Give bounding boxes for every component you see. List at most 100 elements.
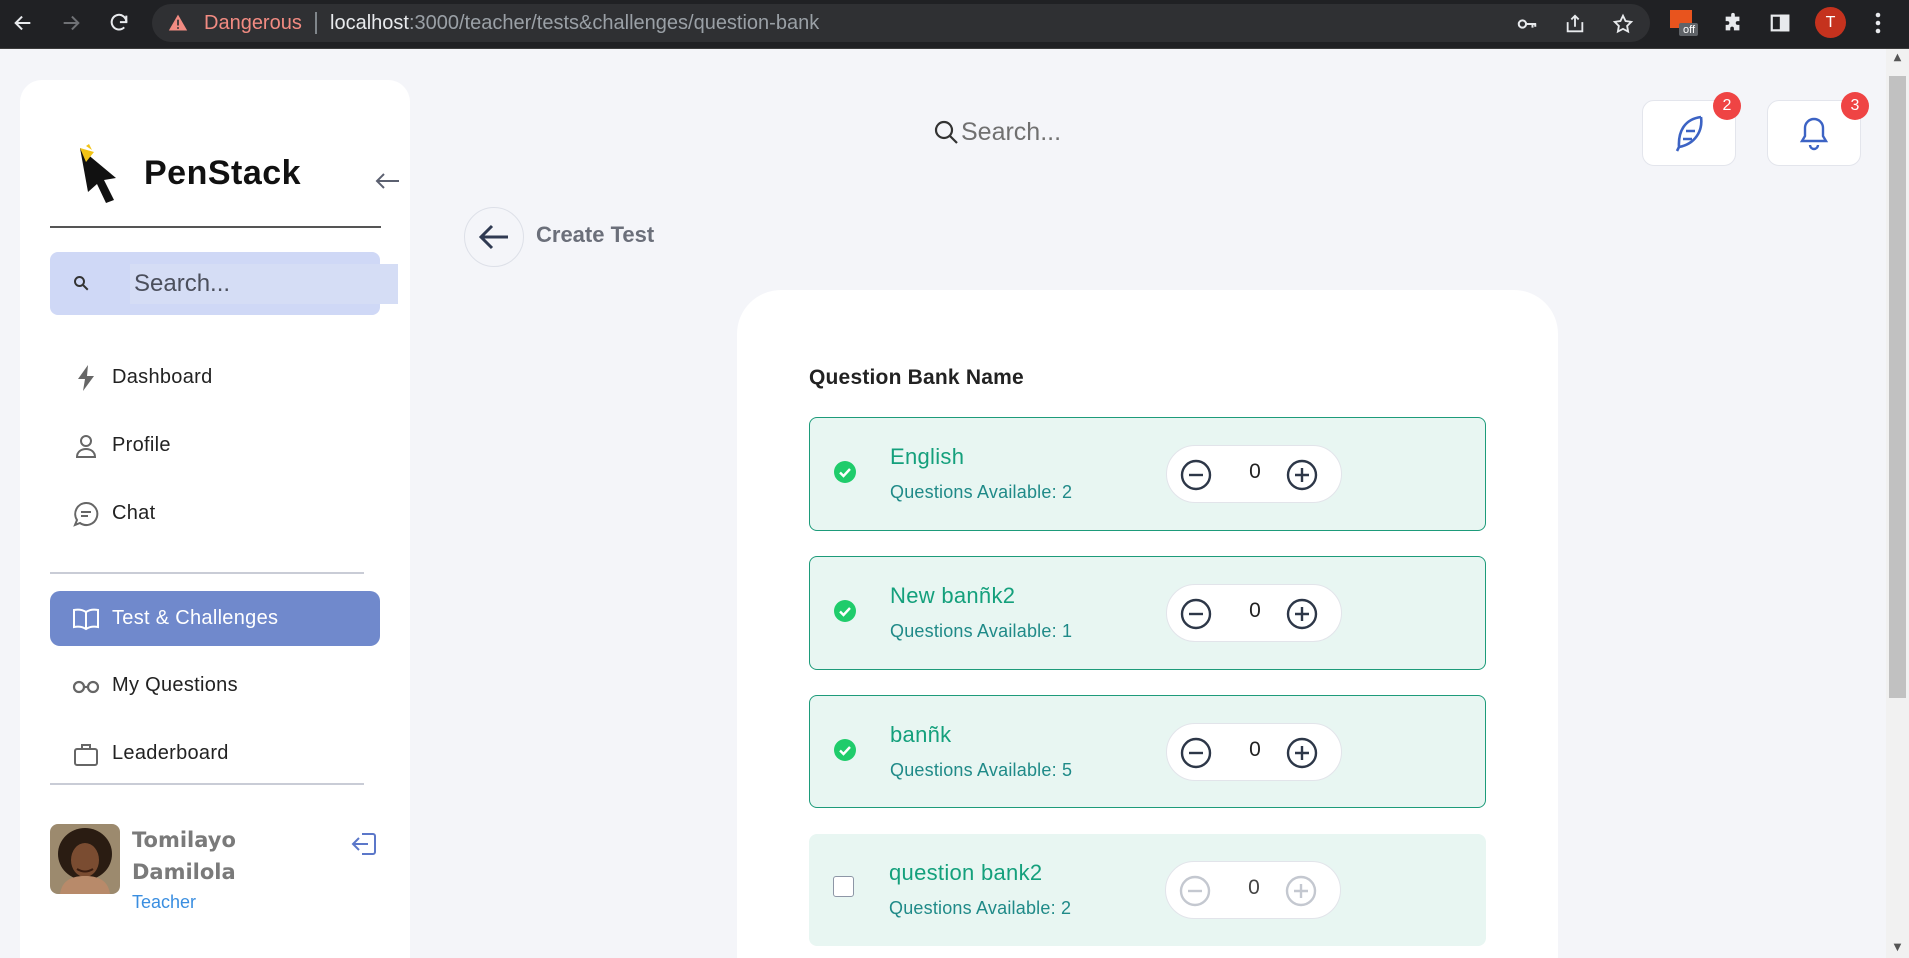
check-circle-icon[interactable] bbox=[834, 600, 856, 622]
question-bank-name: English bbox=[890, 444, 965, 469]
search-icon bbox=[74, 276, 89, 291]
plus-circle-icon[interactable] bbox=[1285, 458, 1319, 492]
section-label: Question Bank Name bbox=[809, 366, 1024, 389]
user-card: Tomilayo Damilola Teacher bbox=[50, 824, 390, 914]
question-bank-name: question bank2 bbox=[889, 860, 1043, 885]
scroll-up-arrow-icon[interactable]: ▲ bbox=[1890, 52, 1905, 63]
plus-circle-icon[interactable] bbox=[1285, 736, 1319, 770]
browser-toolbar: Dangerous localhost:3000/teacher/tests&c… bbox=[0, 0, 1909, 49]
user-role: Teacher bbox=[132, 892, 197, 912]
question-bank-name: New banñk2 bbox=[890, 583, 1016, 608]
back-arrow-icon[interactable] bbox=[8, 8, 38, 38]
top-search-input[interactable] bbox=[961, 117, 1201, 147]
user-divider bbox=[50, 783, 364, 785]
quantity-value: 0 bbox=[1248, 876, 1260, 899]
logo-text: PenStack bbox=[144, 153, 302, 192]
chat-icon bbox=[72, 500, 100, 528]
logo-divider bbox=[50, 226, 381, 228]
sidebar: PenStack Dashboard Profile Chat Test & C… bbox=[20, 80, 410, 958]
check-circle-icon[interactable] bbox=[834, 739, 856, 761]
sidebar-item-test-challenges[interactable]: Test & Challenges bbox=[50, 591, 380, 646]
feather-icon bbox=[1675, 115, 1703, 152]
back-button[interactable] bbox=[464, 207, 524, 267]
feather-badge: 2 bbox=[1713, 92, 1741, 120]
sidebar-item-my-questions[interactable]: My Questions bbox=[50, 658, 380, 713]
question-bank-row[interactable]: New banñk2 Questions Available: 1 0 bbox=[809, 556, 1486, 670]
sidebar-item-profile[interactable]: Profile bbox=[50, 418, 380, 473]
side-panel-icon[interactable] bbox=[1764, 7, 1796, 39]
sidebar-search[interactable] bbox=[50, 252, 398, 315]
question-bank-row[interactable]: banñk Questions Available: 5 0 bbox=[809, 695, 1486, 808]
question-bank-card: Question Bank Name English Questions Ava… bbox=[737, 290, 1558, 958]
url-path: :3000/teacher/tests&challenges/question-… bbox=[408, 12, 820, 34]
security-label[interactable]: Dangerous bbox=[204, 12, 302, 35]
user-name: Tomilayo Damilola bbox=[132, 828, 236, 884]
check-circle-icon[interactable] bbox=[834, 461, 856, 483]
bell-badge: 3 bbox=[1841, 92, 1869, 120]
sidebar-item-label: Dashboard bbox=[112, 366, 213, 388]
url-text[interactable]: localhost:3000/teacher/tests&challenges/… bbox=[330, 12, 819, 35]
quantity-stepper: 0 bbox=[1166, 584, 1342, 642]
quantity-stepper: 0 bbox=[1166, 445, 1342, 503]
page-title: Create Test bbox=[536, 222, 655, 247]
checkbox[interactable] bbox=[833, 876, 854, 897]
minus-circle-icon[interactable] bbox=[1179, 597, 1213, 631]
plus-circle-icon[interactable] bbox=[1285, 597, 1319, 631]
briefcase-icon bbox=[72, 740, 100, 768]
extension-badge: off bbox=[1683, 24, 1696, 36]
bookmark-star-icon[interactable] bbox=[1611, 12, 1635, 36]
share-icon[interactable] bbox=[1563, 12, 1587, 36]
questions-available: Questions Available: 5 bbox=[890, 760, 1073, 780]
sidebar-item-label: Chat bbox=[112, 502, 156, 524]
glasses-icon bbox=[72, 672, 100, 700]
logo[interactable]: PenStack bbox=[76, 142, 301, 204]
plus-circle-icon bbox=[1285, 875, 1317, 907]
questions-available: Questions Available: 2 bbox=[889, 898, 1072, 918]
quantity-value[interactable]: 0 bbox=[1237, 460, 1273, 484]
profile-avatar[interactable]: T bbox=[1815, 7, 1846, 38]
quantity-value[interactable]: 0 bbox=[1237, 599, 1273, 623]
address-bar[interactable]: Dangerous localhost:3000/teacher/tests&c… bbox=[152, 4, 1650, 42]
question-bank-row[interactable]: English Questions Available: 2 0 bbox=[809, 417, 1486, 531]
forward-arrow-icon[interactable] bbox=[56, 8, 86, 38]
quantity-stepper: 0 bbox=[1166, 723, 1342, 781]
top-search[interactable] bbox=[933, 112, 1201, 152]
sidebar-item-label: Test & Challenges bbox=[112, 607, 279, 629]
collapse-sidebar-arrow-icon[interactable] bbox=[372, 166, 402, 196]
more-vert-icon[interactable] bbox=[1862, 7, 1894, 39]
sidebar-item-label: Profile bbox=[112, 434, 171, 456]
sidebar-item-label: My Questions bbox=[112, 674, 238, 696]
scroll-down-arrow-icon[interactable]: ▼ bbox=[1890, 942, 1905, 953]
minus-circle-icon[interactable] bbox=[1179, 736, 1213, 770]
search-icon bbox=[934, 120, 958, 144]
sidebar-item-label: Leaderboard bbox=[112, 742, 229, 764]
bolt-icon bbox=[72, 364, 100, 392]
sidebar-search-input[interactable] bbox=[130, 264, 398, 304]
sidebar-item-chat[interactable]: Chat bbox=[50, 486, 380, 541]
book-icon bbox=[72, 605, 100, 633]
logout-icon[interactable] bbox=[350, 830, 380, 860]
sidebar-item-dashboard[interactable]: Dashboard bbox=[50, 350, 380, 405]
nav-divider bbox=[50, 572, 364, 574]
avatar[interactable] bbox=[50, 824, 120, 894]
url-host: localhost bbox=[330, 12, 409, 34]
extension-off-icon[interactable]: off bbox=[1668, 7, 1700, 39]
quantity-stepper: 0 bbox=[1165, 861, 1341, 919]
penstack-logo-icon bbox=[80, 144, 116, 203]
reload-icon[interactable] bbox=[104, 8, 134, 38]
key-icon[interactable] bbox=[1515, 12, 1539, 36]
omnibox-separator bbox=[315, 12, 317, 34]
warning-icon bbox=[168, 14, 188, 31]
quantity-value[interactable]: 0 bbox=[1237, 738, 1273, 762]
question-bank-name: banñk bbox=[890, 722, 952, 747]
sidebar-item-leaderboard[interactable]: Leaderboard bbox=[50, 726, 380, 781]
question-bank-row[interactable]: question bank2 Questions Available: 2 0 bbox=[809, 834, 1486, 946]
scrollbar-thumb[interactable] bbox=[1889, 76, 1906, 698]
user-icon bbox=[72, 432, 100, 460]
minus-circle-icon[interactable] bbox=[1179, 458, 1213, 492]
questions-available: Questions Available: 2 bbox=[890, 482, 1073, 502]
arrow-left-icon bbox=[478, 224, 508, 250]
questions-available: Questions Available: 1 bbox=[890, 621, 1073, 641]
minus-circle-icon bbox=[1179, 875, 1211, 907]
puzzle-icon[interactable] bbox=[1717, 7, 1749, 39]
